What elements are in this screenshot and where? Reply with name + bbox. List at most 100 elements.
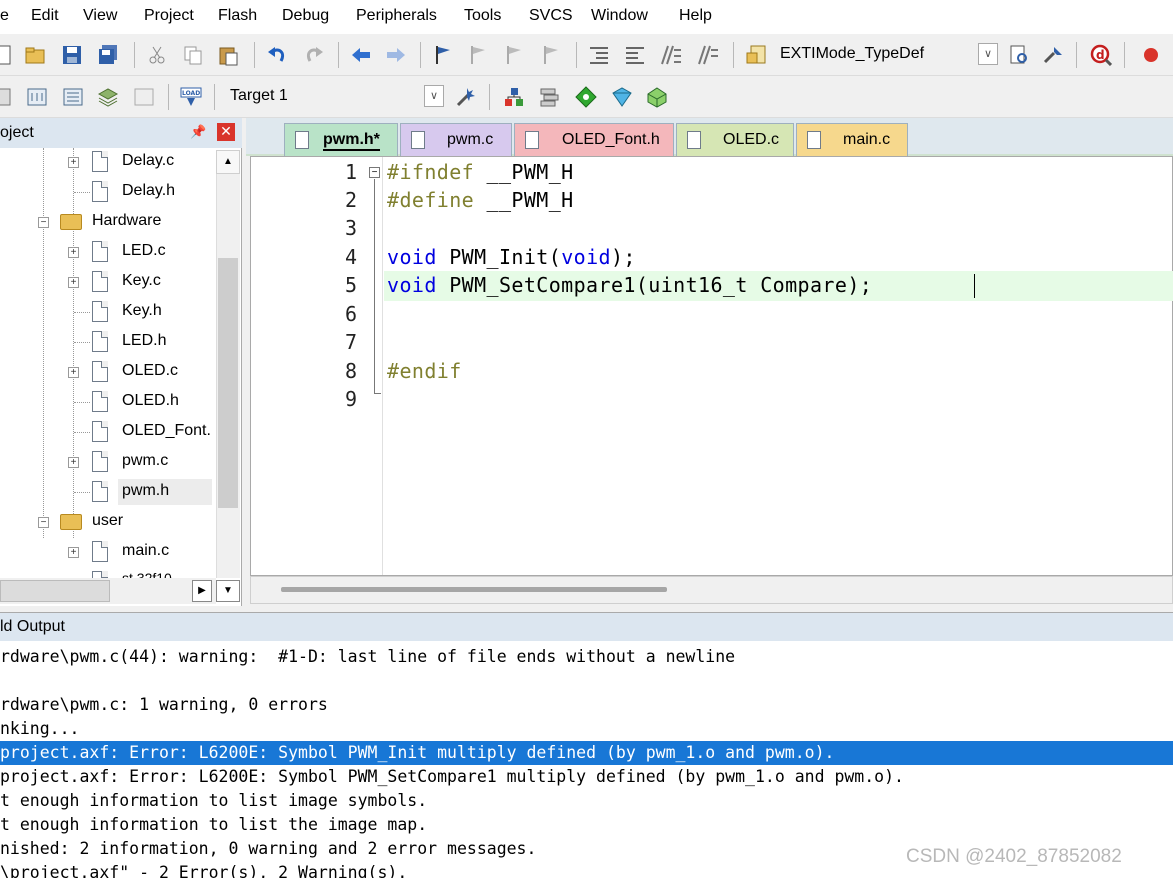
next-bookmark-icon[interactable] <box>503 44 525 66</box>
log-line[interactable]: project.axf: Error: L6200E: Symbol PWM_S… <box>0 765 1173 789</box>
expand-icon[interactable]: + <box>68 547 79 558</box>
menu-svcs[interactable]: SVCS <box>529 7 573 25</box>
build-icon[interactable] <box>26 86 48 108</box>
stop-build-icon[interactable] <box>133 86 155 108</box>
log-line[interactable]: t enough information to list image symbo… <box>0 789 1173 813</box>
debug-session-icon[interactable]: d <box>1090 44 1112 66</box>
expand-icon[interactable]: + <box>68 157 79 168</box>
tree-item-main-c[interactable]: + main.c <box>0 538 216 566</box>
tree-item-led-h[interactable]: LED.h <box>0 328 216 356</box>
log-line[interactable] <box>0 669 1173 693</box>
code-editor[interactable]: 1 2 3 4 5 6 7 8 9 − #ifndef __PWM_H #def… <box>250 156 1173 576</box>
navigate-forward-icon[interactable] <box>385 44 407 66</box>
function-combo[interactable]: EXTIMode_TypeDef ∨ <box>772 42 998 68</box>
menu-debug[interactable]: Debug <box>282 7 329 25</box>
expand-icon[interactable]: + <box>68 367 79 378</box>
tab-pwm-h[interactable]: pwm.h* <box>284 123 398 156</box>
log-line[interactable]: rdware\pwm.c: 1 warning, 0 errors <box>0 693 1173 717</box>
tree-item-key-h[interactable]: Key.h <box>0 298 216 326</box>
tree-item-oled-font-h[interactable]: OLED_Font. <box>0 418 216 446</box>
paste-icon[interactable] <box>217 44 239 66</box>
tree-item-led-c[interactable]: + LED.c <box>0 238 216 266</box>
log-line[interactable]: t enough information to list the image m… <box>0 813 1173 837</box>
tree-item-pwm-h[interactable]: pwm.h <box>0 478 216 506</box>
select-packs-icon[interactable] <box>539 86 561 108</box>
menu-project[interactable]: Project <box>144 7 194 25</box>
prev-bookmark-icon[interactable] <box>467 44 489 66</box>
expand-icon[interactable]: + <box>68 457 79 468</box>
tree-item-key-c[interactable]: + Key.c <box>0 268 216 296</box>
tree-item-oled-h[interactable]: OLED.h <box>0 388 216 416</box>
comment-icon[interactable] <box>660 44 682 66</box>
file-icon <box>807 131 821 149</box>
browse-icon[interactable] <box>1008 44 1030 66</box>
scroll-down-arrow-icon[interactable]: ▼ <box>216 580 240 602</box>
menu-file[interactable]: e <box>0 7 9 25</box>
rebuild-icon[interactable] <box>62 86 84 108</box>
batch-build-icon[interactable] <box>97 86 119 108</box>
indent-icon[interactable] <box>588 44 610 66</box>
fold-collapse-icon[interactable]: − <box>369 167 380 178</box>
menu-help[interactable]: Help <box>679 7 712 25</box>
tab-oled-font-h[interactable]: OLED_Font.h <box>514 123 674 156</box>
new-file-icon[interactable] <box>0 44 14 66</box>
menu-window[interactable]: Window <box>591 7 648 25</box>
undo-icon[interactable] <box>266 44 288 66</box>
file-icon <box>92 421 108 442</box>
manage-project-items-icon[interactable] <box>503 86 525 108</box>
project-scroll-thumb[interactable] <box>218 258 238 508</box>
pin-icon[interactable]: 📌 <box>190 124 206 140</box>
redo-icon[interactable] <box>303 44 325 66</box>
editor-scroll-thumb[interactable] <box>281 587 667 592</box>
manage-rte-icon[interactable] <box>575 86 597 108</box>
compile-icon[interactable] <box>0 86 12 108</box>
tree-item-delay-c[interactable]: + Delay.c <box>0 148 216 176</box>
breakpoint-icon[interactable] <box>1140 44 1162 66</box>
menu-flash[interactable]: Flash <box>218 7 257 25</box>
uncomment-icon[interactable] <box>697 44 719 66</box>
tree-item-pwm-c[interactable]: + pwm.c <box>0 448 216 476</box>
scroll-up-arrow-icon[interactable]: ▲ <box>216 150 240 174</box>
collapse-icon[interactable]: − <box>38 517 49 528</box>
target-options-icon[interactable] <box>455 86 477 108</box>
menu-view[interactable]: View <box>83 7 117 25</box>
download-icon[interactable]: LOAD <box>180 86 202 108</box>
log-line[interactable]: nking... <box>0 717 1173 741</box>
pack-installer-icon[interactable] <box>611 86 633 108</box>
menu-peripherals[interactable]: Peripherals <box>356 7 437 25</box>
editor-horizontal-scrollbar[interactable] <box>250 576 1173 604</box>
tree-item-delay-h[interactable]: Delay.h <box>0 178 216 206</box>
unindent-icon[interactable] <box>624 44 646 66</box>
close-icon[interactable]: ✕ <box>217 123 235 141</box>
configure-icon[interactable] <box>1042 44 1064 66</box>
tree-item-user-folder[interactable]: − user <box>0 508 216 536</box>
tab-oled-c[interactable]: OLED.c <box>676 123 794 156</box>
scroll-right-arrow-icon[interactable]: ▶ <box>192 580 212 602</box>
find-in-files-icon[interactable] <box>745 44 767 66</box>
project-hscroll-thumb[interactable] <box>0 580 110 602</box>
software-packs-icon[interactable] <box>646 86 668 108</box>
log-line[interactable]: project.axf: Error: L6200E: Symbol PWM_I… <box>0 741 1173 765</box>
menu-tools[interactable]: Tools <box>464 7 501 25</box>
navigate-back-icon[interactable] <box>350 44 372 66</box>
tree-item-hardware-folder[interactable]: − Hardware <box>0 208 216 236</box>
chevron-down-icon[interactable]: ∨ <box>978 43 998 65</box>
save-all-icon[interactable] <box>97 44 119 66</box>
tab-pwm-c[interactable]: pwm.c <box>400 123 512 156</box>
menu-edit[interactable]: Edit <box>31 7 59 25</box>
bookmark-icon[interactable] <box>432 44 454 66</box>
target-combo[interactable]: Target 1 ∨ <box>222 84 444 110</box>
save-icon[interactable] <box>61 44 83 66</box>
chevron-down-icon[interactable]: ∨ <box>424 85 444 107</box>
collapse-icon[interactable]: − <box>38 217 49 228</box>
tree-item-stm32f10[interactable]: st 32f10 <box>0 568 216 578</box>
log-line[interactable]: rdware\pwm.c(44): warning: #1-D: last li… <box>0 645 1173 669</box>
expand-icon[interactable]: + <box>68 277 79 288</box>
cut-icon[interactable] <box>146 44 168 66</box>
clear-bookmarks-icon[interactable] <box>540 44 562 66</box>
tree-item-oled-c[interactable]: + OLED.c <box>0 358 216 386</box>
expand-icon[interactable]: + <box>68 247 79 258</box>
open-folder-icon[interactable] <box>24 44 46 66</box>
tab-main-c[interactable]: main.c <box>796 123 908 156</box>
copy-icon[interactable] <box>182 44 204 66</box>
